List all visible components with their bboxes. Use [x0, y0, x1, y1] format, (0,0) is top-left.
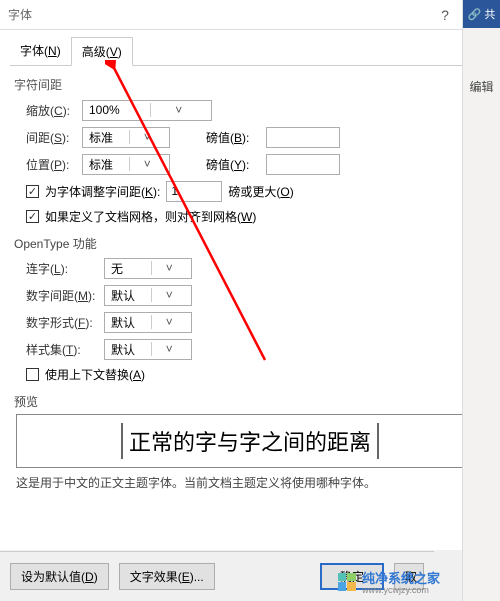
chevron-down-icon: ˅: [151, 288, 188, 302]
chevron-down-icon: ˅: [150, 103, 208, 117]
spacing-combo[interactable]: 标准˅: [82, 127, 170, 148]
share-button[interactable]: 🔗 共: [463, 0, 500, 28]
stylistic-combo[interactable]: 默认˅: [104, 339, 192, 360]
chevron-down-icon: ˅: [129, 157, 166, 171]
scale-label: 缩放(C):: [26, 102, 82, 119]
word-ribbon-right: 🔗 共 编辑: [462, 0, 500, 601]
dialog-titlebar: 字体 ? ×: [0, 0, 500, 30]
num-spacing-combo[interactable]: 默认˅: [104, 285, 192, 306]
text-effects-button[interactable]: 文字效果(E)...: [119, 563, 215, 590]
ligature-combo[interactable]: 无˅: [104, 258, 192, 279]
preview-box: 正常的字与字之间的距离: [16, 414, 484, 468]
num-spacing-label: 数字间距(M):: [26, 287, 104, 304]
watermark: 纯净系统之家 www.ycwjzy.com: [338, 568, 440, 595]
help-icon[interactable]: ?: [436, 7, 454, 23]
tab-advanced[interactable]: 高级(V): [71, 37, 133, 66]
char-spacing-section: 字符间距: [14, 76, 490, 93]
preview-text: 正常的字与字之间的距离: [121, 423, 379, 459]
watermark-icon: [338, 573, 356, 591]
contextual-label: 使用上下文替换(A): [45, 366, 145, 383]
spacing-by-input[interactable]: [266, 127, 340, 148]
opentype-section: OpenType 功能: [14, 235, 490, 252]
kerning-label: 为字体调整字间距(K):: [45, 183, 160, 200]
chevron-down-icon: ˅: [129, 130, 166, 144]
set-default-button[interactable]: 设为默认值(D): [10, 563, 109, 590]
tab-strip: 字体(N) 高级(V): [10, 36, 490, 66]
chevron-down-icon: ˅: [151, 315, 188, 329]
kerning-checkbox[interactable]: [26, 185, 39, 198]
tab-font[interactable]: 字体(N): [10, 37, 71, 66]
preview-section: 预览: [14, 393, 490, 410]
position-by-label: 磅值(Y):: [206, 156, 266, 173]
ligature-label: 连字(L):: [26, 260, 104, 277]
dialog-content: 字体(N) 高级(V) 字符间距 缩放(C): 100%˅ 间距(S): 标准˅…: [0, 30, 500, 550]
num-form-combo[interactable]: 默认˅: [104, 312, 192, 333]
kerning-value-input[interactable]: 1: [166, 181, 222, 202]
kerning-suffix: 磅或更大(O): [228, 183, 293, 200]
chevron-down-icon: ˅: [151, 342, 188, 356]
contextual-checkbox[interactable]: [26, 368, 39, 381]
snap-grid-label: 如果定义了文档网格，则对齐到网格(W): [45, 208, 256, 225]
stylistic-label: 样式集(T):: [26, 341, 104, 358]
position-by-input[interactable]: [266, 154, 340, 175]
dialog-title: 字体: [8, 6, 32, 23]
spacing-label: 间距(S):: [26, 129, 82, 146]
chevron-down-icon: ˅: [151, 261, 188, 275]
edit-group-label: 编辑: [463, 78, 500, 95]
snap-grid-checkbox[interactable]: [26, 210, 39, 223]
preview-desc: 这是用于中文的正文主题字体。当前文档主题定义将使用哪种字体。: [16, 474, 484, 491]
position-combo[interactable]: 标准˅: [82, 154, 170, 175]
scale-combo[interactable]: 100%˅: [82, 100, 212, 121]
num-form-label: 数字形式(F):: [26, 314, 104, 331]
spacing-by-label: 磅值(B):: [206, 129, 266, 146]
position-label: 位置(P):: [26, 156, 82, 173]
